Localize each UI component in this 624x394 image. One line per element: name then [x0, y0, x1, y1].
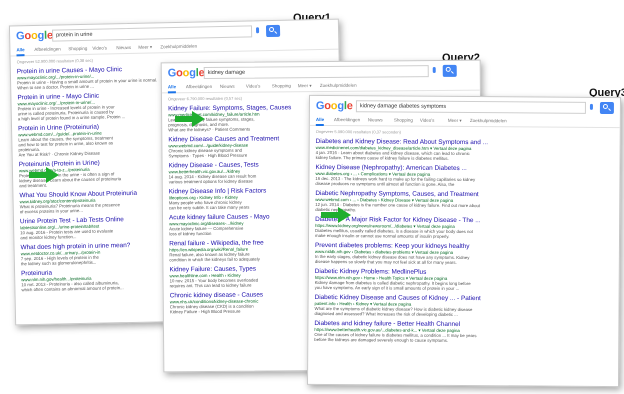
search-input[interactable]: kidney damage: [203, 65, 429, 80]
search-input[interactable]: protein in urine: [51, 25, 253, 42]
google-logo: Google: [168, 67, 205, 79]
arrow-icon-query1-result: [29, 167, 59, 183]
search-result: Diabetes - A Major Risk Factor for Kidne…: [315, 216, 610, 240]
figure: Query1 Query2 Query3 Google protein in ur…: [0, 0, 624, 394]
result-snippet: disease happens so slowly that you may n…: [314, 258, 457, 265]
tab-6[interactable]: Zoekhulpmiddelen: [470, 118, 507, 123]
google-logo: Google: [16, 30, 53, 43]
tab-4[interactable]: Shopping: [272, 83, 291, 88]
search-button[interactable]: [265, 24, 281, 38]
microphone-icon[interactable]: [589, 103, 593, 110]
search-input[interactable]: kidney damage diabetes symptoms: [355, 100, 586, 114]
result-snippet: kidney failure. The primary cause of kid…: [315, 154, 449, 161]
microphone-icon[interactable]: [432, 67, 436, 74]
tab-1[interactable]: Afbeeldingen: [334, 117, 360, 122]
google-logo: Google: [316, 100, 353, 112]
result-snippet: before the kidneys are damaged severely …: [314, 336, 449, 343]
search-header: Google kidney damage: [162, 61, 480, 84]
tab-3[interactable]: Video's: [246, 84, 261, 89]
arrow-icon-query2-result: [175, 111, 205, 127]
tab-0[interactable]: Alle: [16, 47, 24, 52]
tab-2[interactable]: Nieuws: [368, 117, 383, 122]
search-result: Prevent diabetes problems: Keep your kid…: [315, 242, 610, 266]
tab-5[interactable]: Meer ▾: [448, 118, 462, 124]
tab-6[interactable]: Zoekhulpmiddelen: [320, 83, 357, 88]
result-snippet: diagnosed and assessed? What increases t…: [314, 310, 458, 317]
search-result: Diabetic Nephropathy Symptoms, Causes, a…: [315, 190, 610, 214]
tab-3[interactable]: Video's: [92, 45, 107, 50]
search-result: Diabetic Kidney Disease and Causes of Ki…: [314, 294, 609, 318]
tab-0[interactable]: Alle: [168, 84, 176, 89]
result-snippet: diabetic nephropathy.: [315, 206, 357, 213]
search-header: Google kidney damage diabetes symptoms: [310, 96, 620, 118]
tab-4[interactable]: Nieuws: [116, 45, 131, 50]
search-tabs: Alle Afbeeldingen Nieuws Shopping Video's Mee…: [309, 115, 620, 129]
search-result: Diabetes and kidney failure - Better Hea…: [314, 320, 609, 344]
search-result: Diabetes and Kidney Disease: Read About …: [316, 138, 611, 162]
search-result: Kidney Disease (Nephropathy): American D…: [315, 164, 610, 188]
tab-6[interactable]: Zoekhulpmiddelen: [160, 44, 197, 50]
result-snippet: make enough insulin or cannot use normal…: [315, 232, 450, 239]
tab-1[interactable]: Afbeeldingen: [34, 46, 60, 52]
tab-3[interactable]: Shopping: [394, 118, 413, 123]
tab-5[interactable]: Meer ▾: [298, 83, 312, 89]
tab-2[interactable]: Shopping: [68, 46, 87, 51]
result-stats: Ongeveer 5.090.000 resultaten (0,37 seco…: [315, 128, 401, 135]
search-icon: [445, 66, 451, 72]
search-icon: [268, 26, 275, 33]
search-button[interactable]: [599, 101, 614, 115]
search-tabs: Alle Afbeeldingen Nieuws Video's Shopping Mee…: [161, 80, 480, 94]
search-icon: [602, 103, 608, 110]
tab-4[interactable]: Video's: [420, 118, 435, 123]
arrow-icon-query3-result: [321, 207, 351, 223]
result-snippet: disease produces no symptoms until almos…: [315, 180, 455, 187]
tab-5[interactable]: Meer ▾: [138, 44, 152, 50]
tab-1[interactable]: Afbeeldingen: [186, 84, 212, 89]
search-button[interactable]: [442, 64, 457, 77]
result-snippet: you have symptoms. An early sign of it i…: [314, 284, 460, 291]
microphone-icon[interactable]: [255, 27, 260, 34]
logo-letter: e: [346, 100, 353, 113]
tab-0[interactable]: Alle: [316, 117, 324, 122]
search-result: Diabetic Kidney Problems: MedlinePlus htt…: [315, 268, 610, 292]
search-window-query3: Google kidney damage diabetes symptoms All…: [306, 94, 622, 388]
tab-2[interactable]: Nieuws: [220, 84, 235, 89]
